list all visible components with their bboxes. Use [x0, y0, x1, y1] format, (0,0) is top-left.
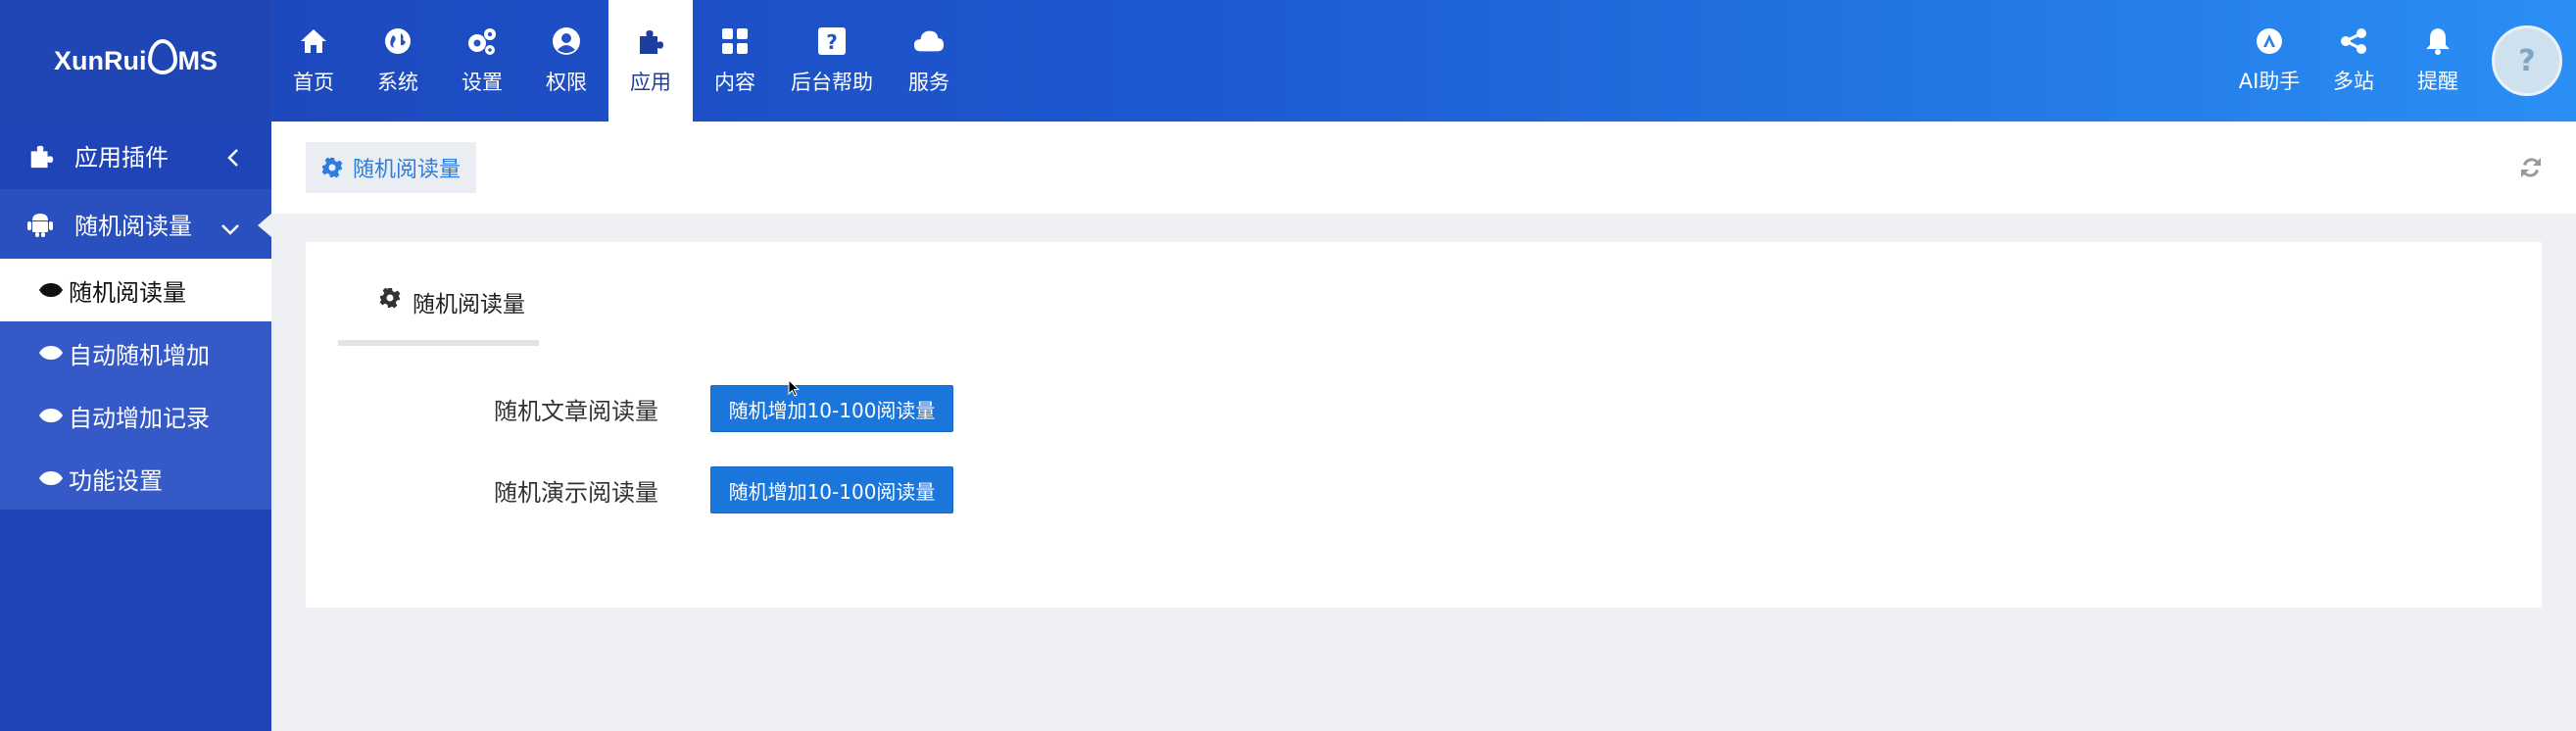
breadcrumb[interactable]: 随机阅读量 [306, 142, 477, 193]
nav-ai-assistant[interactable]: AI助手 [2227, 0, 2311, 122]
sidebar-group-plugins-label: 应用插件 [74, 144, 169, 171]
nav-home[interactable]: 首页 [271, 0, 356, 122]
form-label-demo-reads: 随机演示阅读量 [494, 478, 658, 507]
nav-multisite[interactable]: 多站 [2311, 0, 2396, 122]
breadcrumb-label: 随机阅读量 [353, 158, 462, 182]
sidebar-group-random-reads-label: 随机阅读量 [74, 213, 192, 240]
android-icon [27, 211, 57, 238]
mouse-cursor-icon [788, 378, 801, 401]
top-bar: XunRui MS 首页 系统 设置 权限 应用 内容 ? 后台帮助 服务 AI… [0, 0, 2576, 122]
globe-icon [382, 25, 413, 57]
nav-permissions[interactable]: 权限 [524, 0, 608, 122]
avatar-glyph: ? [2518, 43, 2536, 78]
sidebar-item-auto-increase-label: 自动随机增加 [69, 341, 210, 369]
nav-system[interactable]: 系统 [356, 0, 440, 122]
nav-multisite-label: 多站 [2333, 70, 2374, 93]
nav-ai-assistant-label: AI助手 [2238, 70, 2301, 93]
page-header: 随机阅读量 [271, 122, 2576, 214]
sidebar-item-auto-increase[interactable]: 自动随机增加 [0, 321, 271, 384]
gears-icon [466, 25, 498, 57]
form-row-demo-reads: 随机演示阅读量 随机增加10-100阅读量 [306, 466, 953, 513]
gear-icon [321, 157, 343, 178]
right-nav: AI助手 多站 提醒 ? [2227, 0, 2576, 122]
form-label-article-reads: 随机文章阅读量 [494, 397, 658, 425]
gear-icon [379, 287, 401, 315]
panel-tab[interactable]: 随机阅读量 [338, 285, 539, 346]
chevron-down-icon [220, 215, 240, 242]
avatar[interactable]: ? [2492, 25, 2562, 96]
refresh-icon[interactable] [2520, 157, 2542, 182]
sidebar-item-increase-log-label: 自动增加记录 [69, 404, 210, 432]
eye-icon [39, 470, 65, 486]
question-icon: ? [816, 25, 848, 57]
nav-apps[interactable]: 应用 [608, 0, 693, 122]
logo[interactable]: XunRui MS [0, 0, 271, 122]
sidebar-item-random-reads-label: 随机阅读量 [69, 278, 186, 307]
cloud-icon [913, 25, 945, 57]
main-panel: 随机阅读量 随机文章阅读量 随机增加10-100阅读量 随机演示阅读量 随机增加… [306, 242, 2542, 608]
nav-apps-label: 应用 [630, 71, 671, 94]
sidebar-group-random-reads[interactable]: 随机阅读量 [0, 190, 271, 259]
share-icon [2339, 26, 2368, 56]
nav-system-label: 系统 [377, 71, 418, 94]
chevron-left-icon [226, 146, 240, 173]
form-row-article-reads: 随机文章阅读量 随机增加10-100阅读量 [306, 385, 953, 432]
sidebar-item-settings[interactable]: 功能设置 [0, 447, 271, 510]
eye-icon [39, 408, 65, 423]
nav-content[interactable]: 内容 [693, 0, 777, 122]
nav-settings-label: 设置 [462, 71, 503, 94]
nav-home-label: 首页 [293, 71, 334, 94]
bell-icon [2423, 26, 2453, 56]
logo-drop-icon [147, 39, 177, 74]
home-icon [298, 25, 329, 57]
nav-settings[interactable]: 设置 [440, 0, 524, 122]
svg-text:?: ? [826, 30, 838, 54]
nav-reminders-label: 提醒 [2417, 70, 2458, 93]
sidebar: 应用插件 随机阅读量 随机阅读量 自动随机增加 自动增加记录 功能设置 [0, 122, 271, 731]
sidebar-submenu: 随机阅读量 自动随机增加 自动增加记录 功能设置 [0, 259, 271, 510]
puzzle-icon [635, 25, 666, 57]
main-nav: 首页 系统 设置 权限 应用 内容 ? 后台帮助 服务 [271, 0, 971, 122]
ai-icon [2255, 26, 2284, 56]
panel-tab-label: 随机阅读量 [413, 292, 525, 317]
sidebar-item-increase-log[interactable]: 自动增加记录 [0, 384, 271, 447]
user-circle-icon [551, 25, 582, 57]
puzzle-icon [27, 142, 57, 170]
eye-icon [39, 282, 65, 298]
sidebar-item-settings-label: 功能设置 [69, 466, 163, 495]
nav-permissions-label: 权限 [546, 71, 587, 94]
nav-help[interactable]: ? 后台帮助 [777, 0, 887, 122]
nav-help-label: 后台帮助 [791, 71, 873, 94]
nav-content-label: 内容 [714, 71, 755, 94]
sidebar-group-plugins[interactable]: 应用插件 [0, 122, 271, 190]
logo-text-1: XunRui [54, 45, 147, 75]
nav-service-label: 服务 [908, 71, 949, 94]
increase-article-reads-button[interactable]: 随机增加10-100阅读量 [710, 385, 953, 432]
sidebar-item-random-reads[interactable]: 随机阅读量 [0, 259, 271, 321]
eye-icon [39, 345, 65, 361]
nav-reminders[interactable]: 提醒 [2396, 0, 2480, 122]
logo-text-2: MS [177, 45, 219, 75]
grid-icon [719, 25, 751, 57]
nav-service[interactable]: 服务 [887, 0, 971, 122]
increase-demo-reads-button[interactable]: 随机增加10-100阅读量 [710, 466, 953, 513]
